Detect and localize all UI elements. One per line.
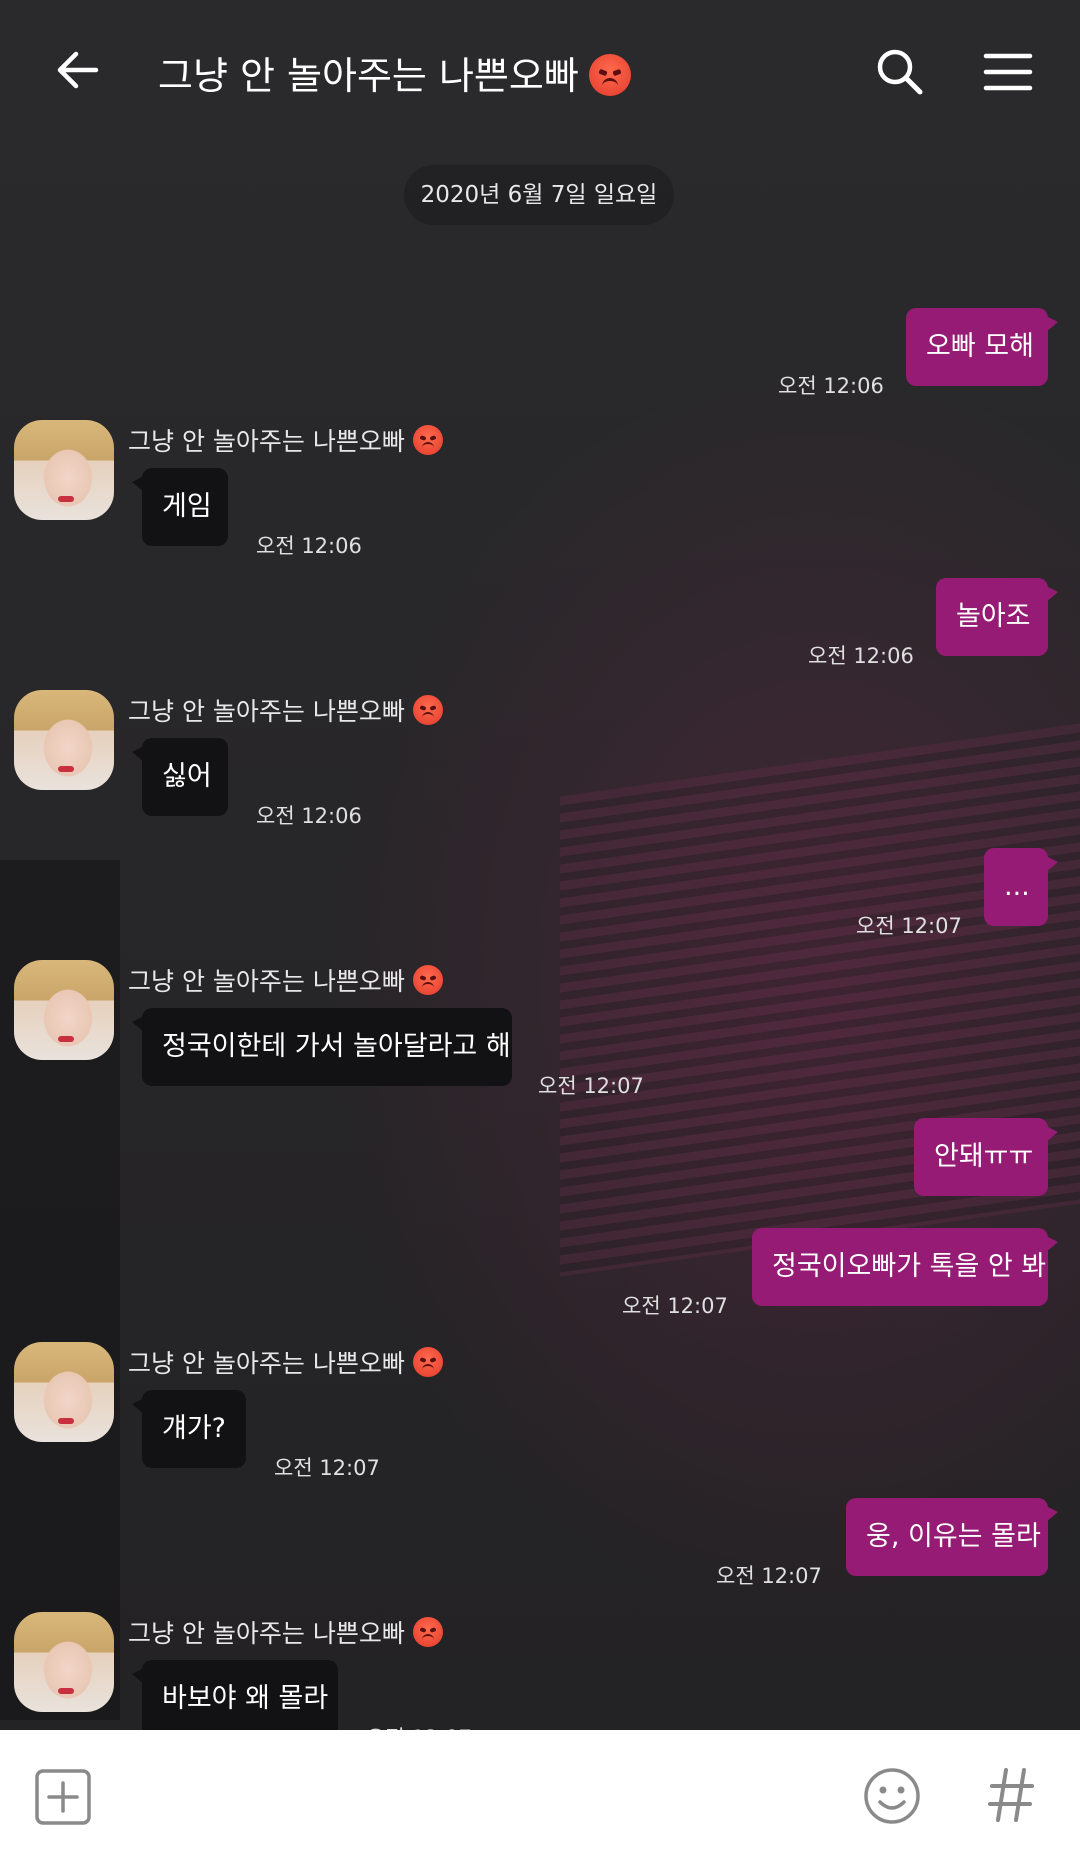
avatar[interactable] <box>14 420 114 520</box>
message-bubble-incoming[interactable]: 걔가? <box>132 1390 246 1468</box>
message-bubble-incoming[interactable]: 게임 <box>132 468 228 546</box>
message-time: 오전 12:06 <box>808 644 914 668</box>
message-bubble-outgoing[interactable]: 정국이오빠가 톡을 안 봐 <box>752 1228 1058 1306</box>
message-time: 오전 12:06 <box>778 374 884 398</box>
sender-name-text: 그냥 안 놀아주는 나쁜오빠 <box>128 427 405 456</box>
message-time: 오전 12:07 <box>716 1564 822 1588</box>
angry-face-icon <box>588 54 631 96</box>
message-bubble-incoming[interactable]: 바보야 왜 몰라 <box>132 1660 338 1738</box>
sender-name: 그냥 안 놀아주는 나쁜오빠 <box>128 422 443 458</box>
sender-name-text: 그냥 안 놀아주는 나쁜오빠 <box>128 1619 405 1648</box>
message-time: 오전 12:07 <box>538 1074 644 1098</box>
sender-name: 그냥 안 놀아주는 나쁜오빠 <box>128 962 443 998</box>
sender-name-text: 그냥 안 놀아주는 나쁜오빠 <box>128 1349 405 1378</box>
back-arrow-icon[interactable] <box>50 42 106 98</box>
emoji-icon[interactable] <box>862 1766 922 1826</box>
sender-name-text: 그냥 안 놀아주는 나쁜오빠 <box>128 967 405 996</box>
date-divider: 2020년 6월 7일 일요일 <box>404 165 674 225</box>
sender-name-text: 그냥 안 놀아주는 나쁜오빠 <box>128 697 405 726</box>
avatar[interactable] <box>14 1342 114 1442</box>
plus-icon[interactable] <box>34 1768 92 1826</box>
sender-name: 그냥 안 놀아주는 나쁜오빠 <box>128 692 443 728</box>
message-bubble-incoming[interactable]: 싫어 <box>132 738 228 816</box>
message-time: 오전 12:06 <box>256 804 362 828</box>
message-bubble-outgoing[interactable]: 오빠 모해 <box>906 308 1058 386</box>
avatar[interactable] <box>14 1612 114 1712</box>
angry-face-icon <box>412 1347 443 1377</box>
chat-title[interactable]: 그냥 안 놀아주는 나쁜오빠 <box>158 50 631 102</box>
sender-name: 그냥 안 놀아주는 나쁜오빠 <box>128 1614 443 1650</box>
avatar[interactable] <box>14 960 114 1060</box>
hashtag-icon[interactable] <box>986 1762 1036 1828</box>
chat-background <box>0 0 1080 1730</box>
angry-face-icon <box>412 695 443 725</box>
menu-icon[interactable] <box>980 44 1036 100</box>
search-icon[interactable] <box>872 44 928 100</box>
message-bubble-outgoing[interactable]: ... <box>984 848 1058 926</box>
angry-face-icon <box>412 965 443 995</box>
sender-name: 그냥 안 놀아주는 나쁜오빠 <box>128 1344 443 1380</box>
message-time: 오전 12:07 <box>274 1456 380 1480</box>
message-time: 오전 12:07 <box>622 1294 728 1318</box>
input-bar <box>0 1730 1080 1857</box>
chat-title-text: 그냥 안 놀아주는 나쁜오빠 <box>158 54 579 98</box>
angry-face-icon <box>412 1617 443 1647</box>
chat-header: 그냥 안 놀아주는 나쁜오빠 <box>0 0 1080 150</box>
message-time: 오전 12:07 <box>856 914 962 938</box>
message-bubble-incoming[interactable]: 정국이한테 가서 놀아달라고 해 <box>132 1008 512 1086</box>
message-bubble-outgoing[interactable]: 웅, 이유는 몰라 <box>846 1498 1058 1576</box>
message-time: 오전 12:06 <box>256 534 362 558</box>
angry-face-icon <box>412 425 443 455</box>
avatar[interactable] <box>14 690 114 790</box>
message-bubble-outgoing[interactable]: 놀아조 <box>936 578 1058 656</box>
message-bubble-outgoing[interactable]: 안돼ㅠㅠ <box>914 1118 1058 1196</box>
